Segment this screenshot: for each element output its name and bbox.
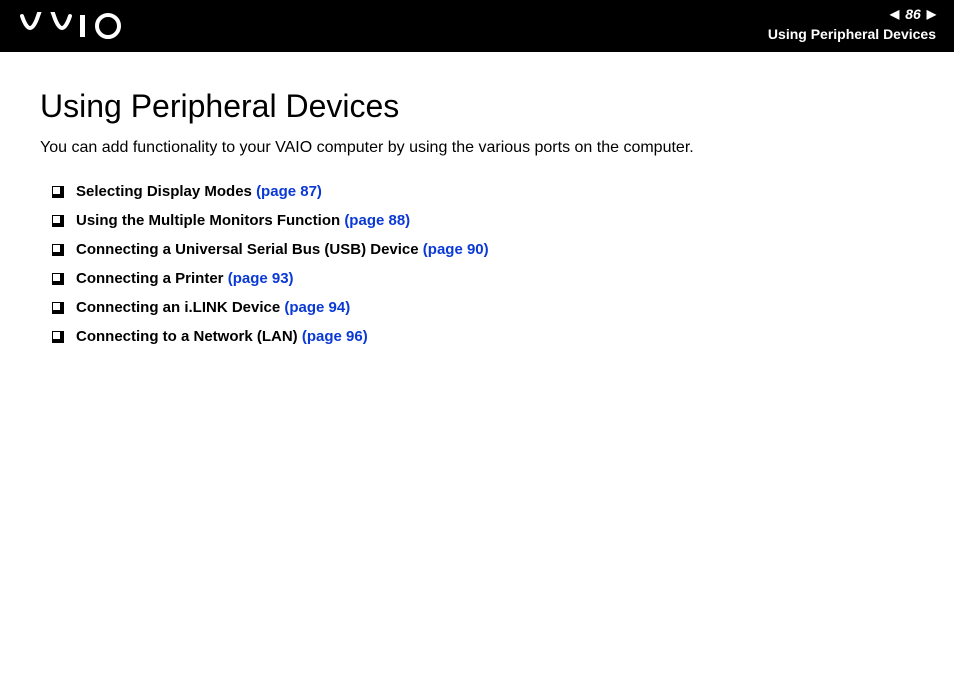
page-ref-link[interactable]: (page 88) [344,212,410,229]
bullet-icon [52,302,64,314]
item-title: Using the Multiple Monitors Function [76,212,340,229]
list-item: Selecting Display Modes (page 87) [40,183,914,200]
bullet-icon [52,215,64,227]
section-title: Using Peripheral Devices [768,26,936,42]
bullet-icon [52,331,64,343]
next-page-arrow[interactable]: ▶ [927,7,936,21]
bullet-icon [52,244,64,256]
page-header: ◀ 86 ▶ Using Peripheral Devices [0,0,954,52]
item-title: Connecting a Universal Serial Bus (USB) … [76,241,419,258]
prev-page-arrow[interactable]: ◀ [890,7,899,21]
page-ref-link[interactable]: (page 90) [423,241,489,258]
item-title: Connecting a Printer [76,270,224,287]
list-item: Connecting an i.LINK Device (page 94) [40,299,914,316]
list-item: Connecting a Printer (page 93) [40,270,914,287]
list-item: Using the Multiple Monitors Function (pa… [40,212,914,229]
item-title: Connecting an i.LINK Device [76,299,280,316]
vaio-logo [20,12,130,45]
bullet-icon [52,273,64,285]
page-heading: Using Peripheral Devices [40,88,914,125]
page-nav: ◀ 86 ▶ [890,6,936,22]
topic-list: Selecting Display Modes (page 87) Using … [40,183,914,345]
item-title: Connecting to a Network (LAN) [76,328,298,345]
page-ref-link[interactable]: (page 94) [284,299,350,316]
item-title: Selecting Display Modes [76,183,252,200]
list-item: Connecting a Universal Serial Bus (USB) … [40,241,914,258]
page-ref-link[interactable]: (page 93) [228,270,294,287]
page-number: 86 [905,6,921,22]
page-content: Using Peripheral Devices You can add fun… [0,52,954,393]
page-ref-link[interactable]: (page 96) [302,328,368,345]
list-item: Connecting to a Network (LAN) (page 96) [40,328,914,345]
page-ref-link[interactable]: (page 87) [256,183,322,200]
bullet-icon [52,186,64,198]
intro-text: You can add functionality to your VAIO c… [40,139,914,157]
